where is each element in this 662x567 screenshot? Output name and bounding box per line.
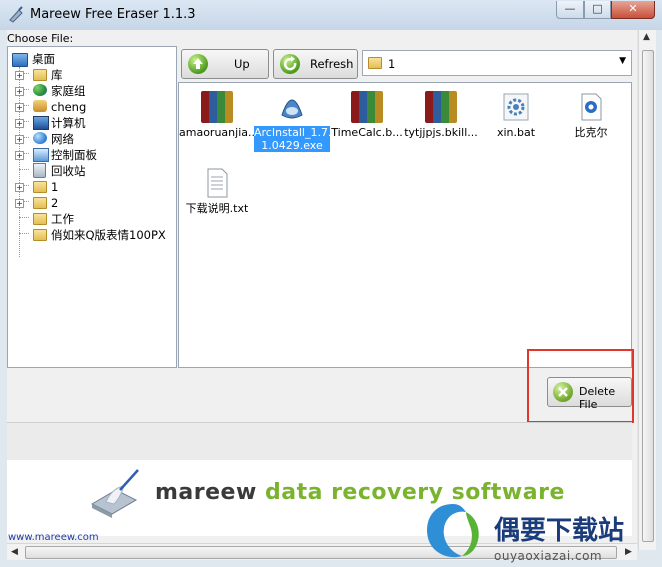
text-document-icon bbox=[201, 167, 233, 199]
tree-item-label: 1 bbox=[51, 180, 59, 194]
refresh-icon bbox=[280, 54, 300, 74]
winrar-archive-icon bbox=[201, 91, 233, 123]
file-name: TimeCalc.b... bbox=[331, 126, 403, 139]
batch-gear-icon bbox=[500, 91, 532, 123]
file-item[interactable]: 下载说明.txt bbox=[179, 167, 255, 215]
expand-icon[interactable]: + bbox=[15, 119, 24, 128]
folder-icon bbox=[368, 57, 382, 69]
close-button[interactable]: ✕ bbox=[611, 1, 655, 19]
expand-icon[interactable]: + bbox=[15, 103, 24, 112]
eraser-brush-logo-icon bbox=[90, 469, 139, 518]
status-band bbox=[7, 422, 632, 461]
refresh-button[interactable]: Refresh bbox=[273, 49, 358, 79]
scroll-thumb[interactable] bbox=[642, 50, 654, 542]
tree-item-label: 工作 bbox=[51, 212, 74, 226]
chevron-down-icon[interactable]: ▼ bbox=[619, 56, 626, 66]
choose-file-label: Choose File: bbox=[7, 32, 74, 45]
brand-name: mareew bbox=[155, 480, 257, 505]
expand-icon[interactable]: + bbox=[15, 199, 24, 208]
file-item[interactable]: 比克尔 bbox=[553, 91, 629, 139]
app-icon bbox=[575, 91, 607, 123]
watermark-logo-icon bbox=[427, 504, 479, 558]
file-item-selected[interactable]: ArcInstall_1.7. 1.0429.exe bbox=[254, 91, 332, 152]
refresh-label: Refresh bbox=[310, 57, 354, 71]
winrar-archive-icon bbox=[425, 91, 457, 123]
expand-icon[interactable]: + bbox=[15, 71, 24, 80]
file-name: tytjjpjs.bkill... bbox=[404, 126, 478, 139]
tree-item-label: 库 bbox=[51, 68, 63, 82]
winrar-archive-icon bbox=[351, 91, 383, 123]
folder-icon bbox=[33, 181, 47, 193]
tree-item-label: cheng bbox=[51, 100, 87, 114]
eraser-app-icon bbox=[9, 6, 23, 23]
up-button[interactable]: Up bbox=[181, 49, 269, 79]
path-value: 1 bbox=[388, 57, 396, 71]
watermark-title: 偶要下载站 bbox=[494, 516, 625, 546]
file-name: 比克尔 bbox=[574, 126, 608, 139]
window-title: Mareew Free Eraser 1.1.3 bbox=[30, 7, 196, 22]
expand-icon[interactable]: + bbox=[15, 183, 24, 192]
scroll-left-icon[interactable]: ◀ bbox=[11, 547, 18, 557]
file-name: xin.bat bbox=[496, 126, 536, 139]
desktop-icon bbox=[12, 53, 28, 67]
file-item[interactable]: xin.bat bbox=[478, 91, 554, 139]
path-dropdown[interactable]: 1 ▼ bbox=[362, 50, 632, 76]
watermark-subtitle: ouyaoxiazai.com bbox=[494, 549, 603, 563]
expand-icon[interactable]: + bbox=[15, 151, 24, 160]
file-item[interactable]: tytjjpjs.bkill... bbox=[403, 91, 479, 139]
network-globe-icon bbox=[33, 132, 47, 144]
tree-item-label: 计算机 bbox=[51, 116, 86, 130]
library-folder-icon bbox=[33, 69, 47, 81]
folder-icon bbox=[33, 213, 47, 225]
tree-item-label: 回收站 bbox=[51, 164, 86, 178]
file-name: ArcInstall_1.7. 1.0429.exe bbox=[254, 126, 332, 152]
banner-slogan: mareew data recovery software bbox=[155, 480, 565, 505]
maximize-button[interactable]: □ bbox=[584, 1, 611, 19]
website-link[interactable]: www.mareew.com bbox=[8, 532, 99, 543]
tree-item-label: 桌面 bbox=[32, 52, 55, 66]
tree-item-label: 控制面板 bbox=[51, 148, 97, 162]
user-folder-icon bbox=[33, 100, 47, 112]
file-name: amaoruanjia... bbox=[179, 126, 259, 139]
vertical-scrollbar[interactable]: ▲ bbox=[638, 30, 656, 550]
control-panel-icon bbox=[33, 148, 49, 162]
up-label: Up bbox=[234, 57, 250, 71]
file-list[interactable]: amaoruanjia... ArcInstall_1.7. 1.0429.exe… bbox=[178, 82, 632, 368]
scroll-right-icon[interactable]: ▶ bbox=[625, 547, 632, 557]
computer-icon bbox=[33, 116, 49, 130]
file-item[interactable]: TimeCalc.b... bbox=[329, 91, 405, 139]
expand-icon[interactable]: + bbox=[15, 87, 24, 96]
highlight-box bbox=[527, 349, 634, 423]
up-arrow-icon bbox=[188, 54, 208, 74]
folder-icon bbox=[33, 229, 47, 241]
brand-tagline: data recovery software bbox=[264, 480, 565, 505]
tree-item-label: 俏如来Q版表情100PX bbox=[51, 228, 166, 242]
tree-item-label: 家庭组 bbox=[51, 84, 86, 98]
tree-item-label: 2 bbox=[51, 196, 59, 210]
folder-icon bbox=[33, 197, 47, 209]
minimize-button[interactable]: — bbox=[556, 1, 584, 19]
expand-icon[interactable]: + bbox=[15, 135, 24, 144]
file-name: 下载说明.txt bbox=[185, 202, 249, 215]
scroll-up-icon[interactable]: ▲ bbox=[643, 32, 650, 42]
folder-tree[interactable]: 桌面 + 库 + 家庭组 + cheng + 计算机 + 网络 + 控制面板 回… bbox=[7, 46, 177, 368]
installer-icon bbox=[276, 91, 308, 123]
recycle-bin-icon bbox=[33, 163, 46, 178]
file-item[interactable]: amaoruanjia... bbox=[179, 91, 259, 139]
homegroup-icon bbox=[33, 84, 47, 96]
tree-item-label: 网络 bbox=[51, 132, 74, 146]
